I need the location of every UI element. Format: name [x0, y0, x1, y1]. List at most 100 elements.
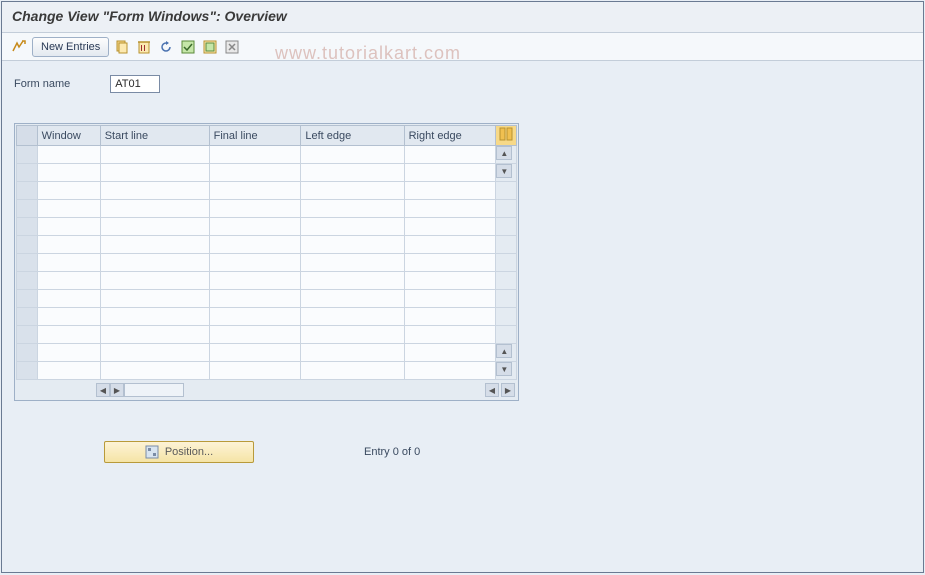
cell[interactable] [404, 326, 496, 344]
col-left-edge[interactable]: Left edge [301, 126, 404, 146]
table-row[interactable] [17, 182, 517, 200]
undo-icon[interactable] [157, 38, 175, 56]
cell[interactable] [209, 236, 301, 254]
cell[interactable] [100, 344, 209, 362]
row-handle[interactable] [17, 254, 38, 272]
table-row[interactable] [17, 308, 517, 326]
position-button[interactable]: Position... [104, 441, 254, 463]
table-row[interactable] [17, 218, 517, 236]
cell[interactable] [404, 164, 496, 182]
cell[interactable] [301, 182, 404, 200]
cell[interactable] [301, 362, 404, 380]
row-handle[interactable] [17, 164, 38, 182]
cell[interactable] [209, 344, 301, 362]
table-row[interactable] [17, 236, 517, 254]
col-start-line[interactable]: Start line [100, 126, 209, 146]
cell[interactable] [301, 200, 404, 218]
cell[interactable] [301, 236, 404, 254]
cell[interactable] [209, 200, 301, 218]
cell[interactable] [209, 164, 301, 182]
cell[interactable] [301, 218, 404, 236]
table-row[interactable] [17, 290, 517, 308]
cell[interactable] [100, 362, 209, 380]
row-handle[interactable] [17, 272, 38, 290]
table-row[interactable] [17, 254, 517, 272]
cell[interactable] [37, 164, 100, 182]
cell[interactable] [100, 272, 209, 290]
select-all-handle[interactable] [17, 126, 38, 146]
cell[interactable] [209, 182, 301, 200]
cell[interactable] [100, 308, 209, 326]
hscroll-end-left-icon[interactable]: ◀ [485, 383, 499, 397]
vscroll-up-end-icon[interactable]: ▲ [496, 344, 512, 358]
row-handle[interactable] [17, 182, 38, 200]
hscroll-end-right-icon[interactable]: ▶ [501, 383, 515, 397]
copy-icon[interactable] [113, 38, 131, 56]
cell[interactable] [301, 272, 404, 290]
row-handle[interactable] [17, 146, 38, 164]
cell[interactable] [100, 254, 209, 272]
row-handle[interactable] [17, 218, 38, 236]
cell[interactable] [100, 164, 209, 182]
table-config-icon[interactable] [496, 126, 517, 146]
cell[interactable] [37, 344, 100, 362]
cell[interactable] [100, 200, 209, 218]
cell[interactable] [301, 146, 404, 164]
cell[interactable] [37, 290, 100, 308]
cell[interactable] [404, 344, 496, 362]
row-handle[interactable] [17, 290, 38, 308]
table-row[interactable] [17, 272, 517, 290]
cell[interactable] [37, 254, 100, 272]
table-row[interactable] [17, 326, 517, 344]
cell[interactable] [209, 218, 301, 236]
cell[interactable] [404, 218, 496, 236]
hscroll-left-icon[interactable]: ◀ [96, 383, 110, 397]
cell[interactable] [404, 182, 496, 200]
cell[interactable] [209, 326, 301, 344]
cell[interactable] [404, 254, 496, 272]
cell[interactable] [209, 272, 301, 290]
row-handle[interactable] [17, 200, 38, 218]
cell[interactable] [209, 308, 301, 326]
cell[interactable] [100, 236, 209, 254]
row-handle[interactable] [17, 344, 38, 362]
table-row[interactable]: ▼ [17, 164, 517, 182]
cell[interactable] [404, 200, 496, 218]
cell[interactable] [209, 146, 301, 164]
cell[interactable] [37, 182, 100, 200]
row-handle[interactable] [17, 362, 38, 380]
form-name-input[interactable] [110, 75, 160, 93]
cell[interactable] [301, 164, 404, 182]
cell[interactable] [301, 344, 404, 362]
cell[interactable] [100, 326, 209, 344]
cell[interactable] [404, 146, 496, 164]
hscroll-track[interactable] [124, 383, 184, 397]
cell[interactable] [100, 146, 209, 164]
cell[interactable] [37, 146, 100, 164]
vscroll-down-icon[interactable]: ▼ [496, 164, 512, 178]
toggle-display-icon[interactable] [10, 38, 28, 56]
table-row[interactable]: ▲ [17, 344, 517, 362]
cell[interactable] [301, 290, 404, 308]
deselect-all-icon[interactable] [223, 38, 241, 56]
table-row[interactable]: ▼ [17, 362, 517, 380]
delete-icon[interactable] [135, 38, 153, 56]
cell[interactable] [37, 200, 100, 218]
cell[interactable] [37, 218, 100, 236]
cell[interactable] [100, 218, 209, 236]
cell[interactable] [301, 254, 404, 272]
cell[interactable] [301, 326, 404, 344]
cell[interactable] [37, 236, 100, 254]
cell[interactable] [209, 254, 301, 272]
select-all-icon[interactable] [179, 38, 197, 56]
col-right-edge[interactable]: Right edge [404, 126, 496, 146]
row-handle[interactable] [17, 308, 38, 326]
row-handle[interactable] [17, 326, 38, 344]
cell[interactable] [209, 290, 301, 308]
vscroll-down-end-icon[interactable]: ▼ [496, 362, 512, 376]
cell[interactable] [100, 290, 209, 308]
cell[interactable] [209, 362, 301, 380]
row-handle[interactable] [17, 236, 38, 254]
select-block-icon[interactable] [201, 38, 219, 56]
table-row[interactable] [17, 200, 517, 218]
